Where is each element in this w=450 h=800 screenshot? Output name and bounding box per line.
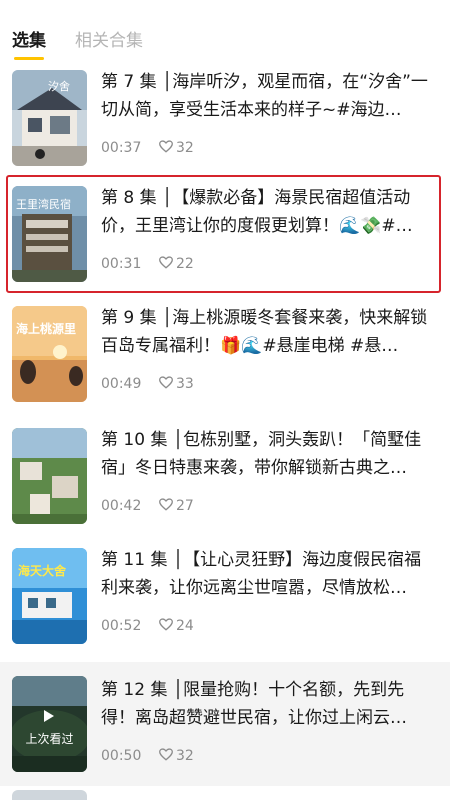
thumbnail-caption: 汐舍 — [48, 80, 70, 93]
episode-title: 第 9 集 │海上桃源暖冬套餐来袭，快来解锁百岛专属福利！🎁🌊#悬崖电梯 #悬… — [101, 308, 428, 356]
episode-item-9[interactable]: 海上桃源里 第 9 集 │海上桃源暖冬套餐来袭，快来解锁百岛专属福利！🎁🌊#悬崖… — [0, 298, 450, 414]
episode-duration: 00:49 — [101, 376, 142, 392]
episode-duration: 00:37 — [101, 140, 142, 156]
episode-likes[interactable]: 22 — [159, 254, 194, 274]
thumbnail-caption: 海上桃源里 — [16, 322, 77, 336]
episode-thumbnail: 海上桃源里 — [12, 306, 87, 402]
episode-likes[interactable]: 24 — [159, 616, 194, 636]
thumbnail-caption: 王里湾民宿 — [16, 198, 71, 211]
episode-title: 第 8 集 │【爆款必备】海景民宿超值活动价，王里湾让你的度假更划算！🌊💸#… — [101, 188, 413, 236]
episode-likes[interactable]: 33 — [159, 374, 194, 394]
thumbnail-caption: 海天大舍 — [18, 564, 67, 578]
episode-likes[interactable]: 32 — [159, 138, 194, 158]
heart-icon — [159, 376, 173, 389]
play-overlay: 上次看过 — [12, 676, 87, 772]
episode-duration: 00:42 — [101, 498, 142, 514]
next-episode-thumbnail-partial — [12, 790, 87, 800]
tab-active-indicator — [14, 57, 44, 60]
episode-title: 第 11 集 │【让心灵狂野】海边度假民宿福利来袭，让你远离尘世喧嚣，尽情放松… — [101, 550, 422, 598]
tab-episodes[interactable]: 选集 — [12, 30, 46, 52]
heart-icon — [159, 140, 173, 153]
episode-item-8[interactable]: 王里湾民宿 第 8 集 │【爆款必备】海景民宿超值活动价，王里湾让你的度假更划算… — [0, 178, 450, 294]
episode-title: 第 7 集 │海岸听汐，观星而宿，在“汐舍”一切从简，享受生活本来的样子~#海边… — [101, 72, 428, 120]
tab-related-collections[interactable]: 相关合集 — [75, 30, 143, 52]
episode-item-11[interactable]: 海天大舍 第 11 集 │【让心灵狂野】海边度假民宿福利来袭，让你远离尘世喧嚣，… — [0, 540, 450, 656]
episode-duration: 00:50 — [101, 748, 142, 764]
play-icon — [44, 710, 54, 722]
heart-icon — [159, 256, 173, 269]
episode-likes[interactable]: 27 — [159, 496, 194, 516]
episode-duration: 00:52 — [101, 618, 142, 634]
episode-thumbnail: 上次看过 — [12, 676, 87, 772]
episode-thumbnail: 王里湾民宿 — [12, 186, 87, 282]
heart-icon — [159, 618, 173, 631]
episode-duration: 00:31 — [101, 256, 142, 272]
episode-item-7[interactable]: 汐舍 第 7 集 │海岸听汐，观星而宿，在“汐舍”一切从简，享受生活本来的样子~… — [0, 62, 450, 178]
episode-likes[interactable]: 32 — [159, 746, 194, 766]
episode-item-10[interactable]: 第 10 集 │包栋别墅，洞头轰趴！「简墅佳宿」冬日特惠来袭，带你解锁新古典之…… — [0, 420, 450, 536]
episode-item-12[interactable]: 上次看过 第 12 集 │限量抢购！十个名额，先到先得！离岛超赞避世民宿，让你过… — [0, 662, 450, 786]
episode-title: 第 12 集 │限量抢购！十个名额，先到先得！离岛超赞避世民宿，让你过上闲云… — [101, 680, 407, 728]
episode-thumbnail: 汐舍 — [12, 70, 87, 166]
heart-icon — [159, 748, 173, 761]
episode-thumbnail: 海天大舍 — [12, 548, 87, 644]
heart-icon — [159, 498, 173, 511]
last-watched-label: 上次看过 — [25, 732, 74, 746]
tab-bar: 选集 相关合集 — [0, 0, 450, 62]
episode-thumbnail — [12, 428, 87, 524]
episode-title: 第 10 集 │包栋别墅，洞头轰趴！「简墅佳宿」冬日特惠来袭，带你解锁新古典之… — [101, 430, 422, 478]
